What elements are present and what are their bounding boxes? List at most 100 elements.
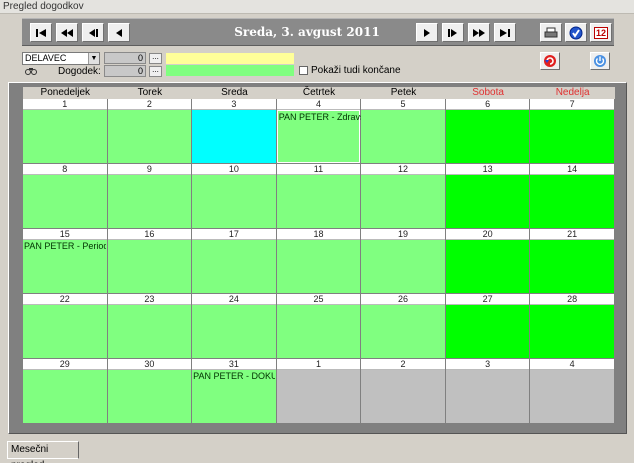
day-body[interactable] xyxy=(276,370,361,423)
worker-id-field[interactable]: 0 xyxy=(104,52,146,64)
day-body[interactable] xyxy=(361,240,445,293)
prev-step-button[interactable] xyxy=(82,23,104,42)
day-cell[interactable]: 10 xyxy=(192,164,277,229)
day-body[interactable] xyxy=(23,305,107,358)
day-cell[interactable]: 6 xyxy=(445,99,531,164)
prev-step-icon xyxy=(89,28,98,37)
day-body[interactable] xyxy=(107,240,192,293)
binoculars-icon[interactable] xyxy=(24,65,38,77)
prev-fast-button[interactable] xyxy=(56,23,78,42)
worker-select-value: DELAVEC xyxy=(25,53,67,63)
first-button[interactable] xyxy=(30,23,52,42)
day-cell[interactable]: 31PAN PETER - DOKUM xyxy=(192,359,277,424)
day-cell[interactable]: 2 xyxy=(361,359,446,424)
day-body[interactable] xyxy=(530,370,614,423)
event-browse-button[interactable]: ... xyxy=(149,66,162,77)
day-number: 21 xyxy=(530,229,614,240)
day-cell[interactable]: 3 xyxy=(192,99,277,164)
show-finished-checkbox[interactable] xyxy=(299,66,308,75)
day-body[interactable] xyxy=(361,370,445,423)
day-number: 25 xyxy=(276,294,361,305)
day-cell[interactable]: 21 xyxy=(530,229,615,294)
day-cell[interactable]: 8 xyxy=(23,164,108,229)
print-button[interactable] xyxy=(540,23,562,42)
calendar-event[interactable]: PAN PETER - Zdravs xyxy=(279,112,361,122)
confirm-button[interactable] xyxy=(565,23,587,42)
day-body[interactable] xyxy=(445,240,530,293)
day-body[interactable] xyxy=(445,370,530,423)
next-button[interactable] xyxy=(416,23,438,42)
day-cell[interactable]: 1 xyxy=(276,359,362,424)
day-body[interactable] xyxy=(445,175,530,228)
day-body[interactable] xyxy=(192,110,276,163)
day-cell[interactable]: 2 xyxy=(107,99,193,164)
day-cell[interactable]: 17 xyxy=(192,229,277,294)
day-cell[interactable]: 12 xyxy=(361,164,446,229)
day-cell[interactable]: 24 xyxy=(192,294,277,359)
day-body[interactable] xyxy=(445,110,530,163)
day-body[interactable] xyxy=(107,305,192,358)
calendar-event[interactable]: PAN PETER - Period xyxy=(24,241,106,251)
day-body[interactable] xyxy=(530,305,614,358)
day-body[interactable]: PAN PETER - DOKUM xyxy=(192,370,276,423)
day-body[interactable] xyxy=(276,240,361,293)
day-body[interactable] xyxy=(23,370,107,423)
day-body[interactable] xyxy=(107,175,192,228)
event-id-field[interactable]: 0 xyxy=(104,65,146,77)
day-cell[interactable]: 22 xyxy=(23,294,108,359)
last-button[interactable] xyxy=(494,23,516,42)
day-cell[interactable]: 26 xyxy=(361,294,446,359)
day-body[interactable] xyxy=(445,305,530,358)
day-cell[interactable]: 30 xyxy=(107,359,193,424)
day-body[interactable] xyxy=(192,305,276,358)
day-cell[interactable]: 23 xyxy=(107,294,193,359)
day-body[interactable] xyxy=(107,110,192,163)
refresh-button[interactable] xyxy=(540,52,560,70)
day-cell[interactable]: 11 xyxy=(276,164,362,229)
day-cell[interactable]: 3 xyxy=(445,359,531,424)
day-cell[interactable]: 19 xyxy=(361,229,446,294)
day-number: 4 xyxy=(530,359,614,370)
day-body[interactable] xyxy=(276,175,361,228)
day-cell[interactable]: 1 xyxy=(23,99,108,164)
prev-button[interactable] xyxy=(108,23,130,42)
day-body[interactable] xyxy=(530,240,614,293)
calendar-event[interactable]: PAN PETER - DOKUM xyxy=(193,371,275,381)
day-cell[interactable]: 9 xyxy=(107,164,193,229)
day-body[interactable] xyxy=(530,175,614,228)
power-button[interactable] xyxy=(590,52,610,70)
day-body[interactable] xyxy=(361,175,445,228)
day-cell[interactable]: 4 PAN PETER - Zdravs xyxy=(276,99,362,164)
day-body[interactable] xyxy=(192,240,276,293)
day-cell[interactable]: 20 xyxy=(445,229,531,294)
next-step-button[interactable] xyxy=(442,23,464,42)
day-cell[interactable]: 5 xyxy=(361,99,446,164)
day-body[interactable] xyxy=(192,175,276,228)
day-body[interactable] xyxy=(107,370,192,423)
day-cell[interactable]: 14 xyxy=(530,164,615,229)
day-cell[interactable]: 29 xyxy=(23,359,108,424)
day-body[interactable] xyxy=(23,175,107,228)
worker-browse-button[interactable]: ... xyxy=(149,53,162,64)
tab-monthly-overview[interactable]: Mesečni pregled xyxy=(7,441,79,463)
day-body[interactable] xyxy=(530,110,614,163)
day-body[interactable] xyxy=(276,305,361,358)
day-body[interactable] xyxy=(361,110,445,163)
day-cell[interactable]: 7 xyxy=(530,99,615,164)
day-cell[interactable]: 25 xyxy=(276,294,362,359)
day-body[interactable]: PAN PETER - Zdravs xyxy=(276,110,361,163)
day-body[interactable] xyxy=(361,305,445,358)
day-names-row: Ponedeljek Torek Sreda Četrtek Petek Sobota Ne… xyxy=(23,87,615,99)
day-cell[interactable]: 27 xyxy=(445,294,531,359)
day-body[interactable]: PAN PETER - Period xyxy=(23,240,107,293)
day-cell[interactable]: 15 PAN PETER - Period xyxy=(23,229,108,294)
day-cell[interactable]: 4 xyxy=(530,359,615,424)
next-fast-button[interactable] xyxy=(468,23,490,42)
worker-select[interactable]: DELAVEC ▼ xyxy=(22,52,100,65)
calendar-date-button[interactable]: 12 xyxy=(590,23,612,42)
day-cell[interactable]: 13 xyxy=(445,164,531,229)
day-body[interactable] xyxy=(23,110,107,163)
day-cell[interactable]: 28 xyxy=(530,294,615,359)
day-cell[interactable]: 16 xyxy=(107,229,193,294)
day-cell[interactable]: 18 xyxy=(276,229,362,294)
